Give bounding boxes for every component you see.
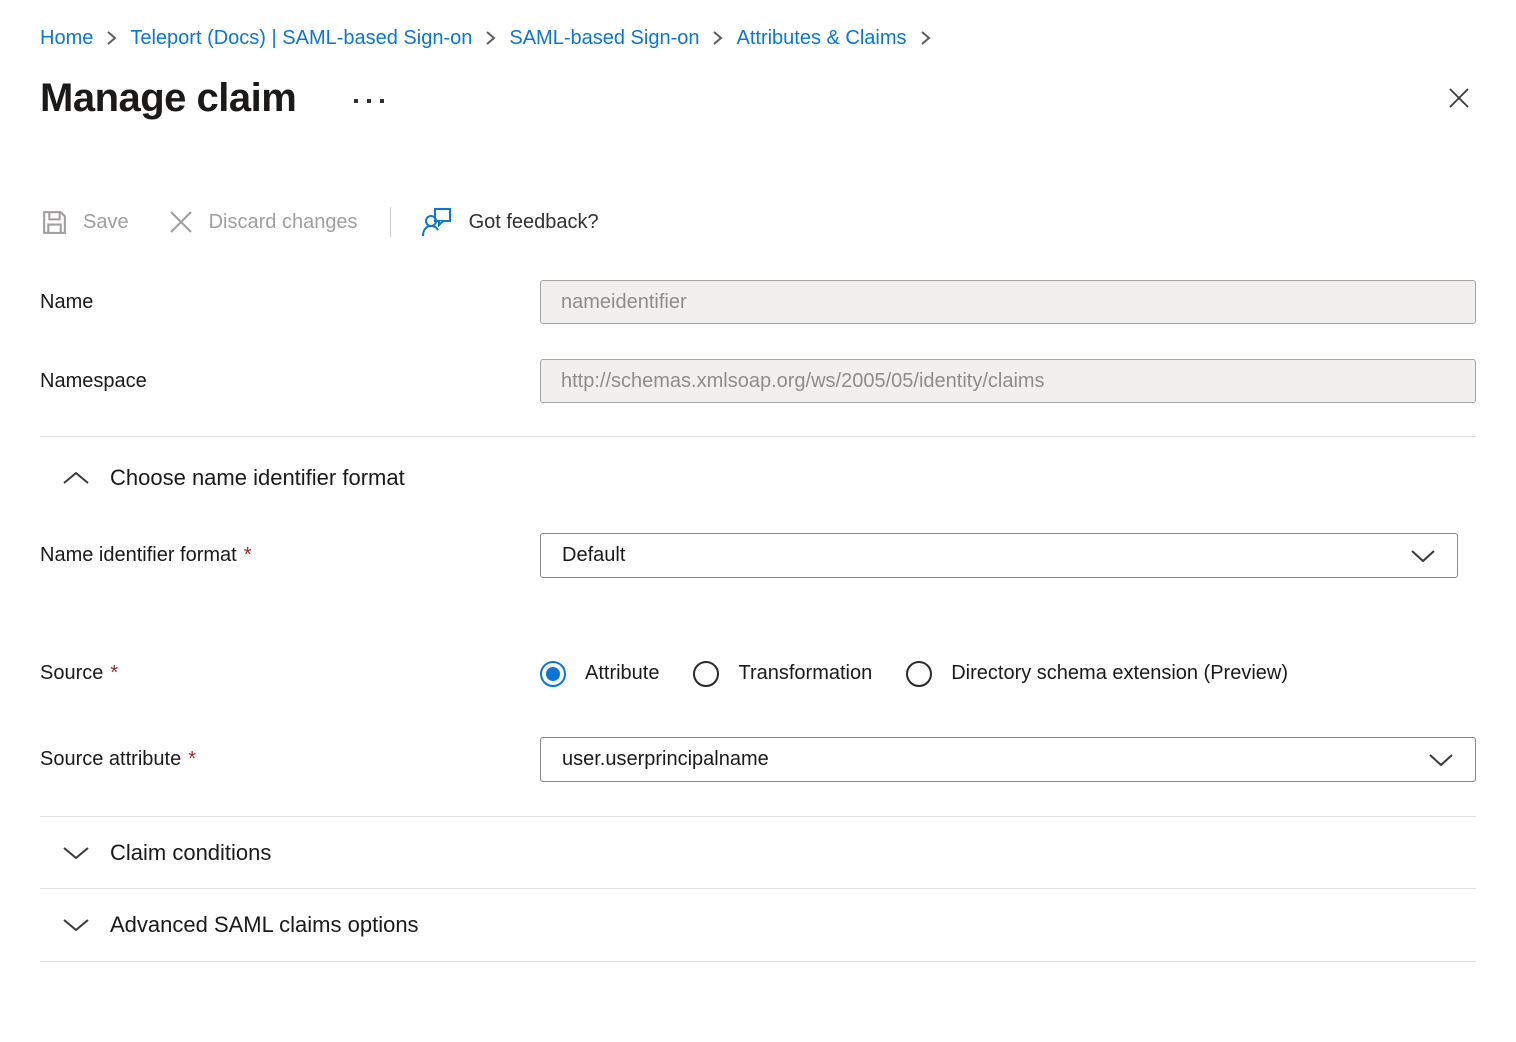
required-asterisk: * [110,662,118,684]
source-row: Source* Attribute Transformation Directo… [40,651,1476,696]
floppy-disk-icon [40,208,69,237]
namespace-row: Namespace [40,359,1476,403]
breadcrumb-chevron-icon [712,29,723,47]
namespace-input [540,359,1476,403]
breadcrumb: Home Teleport (Docs) | SAML-based Sign-o… [40,0,1476,52]
divider [40,436,1476,437]
source-label: Source* [40,662,540,685]
section-title: Choose name identifier format [110,465,405,491]
source-attribute-label: Source attribute* [40,748,540,771]
page-title: Manage claim [40,76,296,121]
required-asterisk: * [244,544,252,566]
name-row: Name [40,280,1476,324]
x-icon [167,208,195,236]
chevron-down-icon [1410,549,1436,563]
breadcrumb-chevron-icon [106,29,117,47]
toolbar-divider [390,207,391,237]
name-label: Name [40,291,540,314]
ellipsis-icon[interactable] [354,93,384,103]
required-asterisk: * [188,748,196,770]
namespace-label: Namespace [40,370,540,393]
got-feedback-button[interactable]: Got feedback? [421,206,599,238]
radio-directory-schema-extension-label: Directory schema extension (Preview) [951,662,1288,685]
radio-directory-schema-extension[interactable]: Directory schema extension (Preview) [906,661,1288,687]
panel-header: Manage claim [40,70,1476,126]
got-feedback-label: Got feedback? [469,211,599,234]
chevron-down-icon [62,845,90,861]
save-button[interactable]: Save [40,208,129,237]
name-identifier-format-row: Name identifier format* Default [40,533,1476,578]
name-identifier-format-label: Name identifier format* [40,544,540,567]
name-identifier-format-value: Default [562,544,625,567]
section-title: Advanced SAML claims options [110,912,419,938]
name-input [540,280,1476,324]
discard-changes-button[interactable]: Discard changes [167,208,358,236]
person-feedback-icon [421,206,455,238]
breadcrumb-link-attributes-claims[interactable]: Attributes & Claims [736,24,906,52]
radio-attribute[interactable]: Attribute [540,661,659,687]
radio-transformation-label: Transformation [738,662,872,685]
close-icon[interactable] [1442,81,1476,115]
manage-claim-panel: Home Teleport (Docs) | SAML-based Sign-o… [0,0,1516,962]
source-attribute-row: Source attribute* user.userprincipalname [40,737,1476,782]
section-claim-conditions[interactable]: Claim conditions [40,817,1476,888]
name-identifier-format-select[interactable]: Default [540,533,1458,578]
source-radio-group: Attribute Transformation Directory schem… [540,661,1476,687]
save-label: Save [83,211,129,234]
chevron-down-icon [62,917,90,933]
divider [40,961,1476,962]
radio-attribute-label: Attribute [585,662,659,685]
radio-transformation[interactable]: Transformation [693,661,872,687]
source-attribute-select[interactable]: user.userprincipalname [540,737,1476,782]
breadcrumb-link-home[interactable]: Home [40,24,93,52]
source-attribute-value: user.userprincipalname [562,748,769,771]
breadcrumb-chevron-icon [920,29,931,47]
section-advanced-saml-claims-options[interactable]: Advanced SAML claims options [40,889,1476,961]
breadcrumb-link-app[interactable]: Teleport (Docs) | SAML-based Sign-on [130,24,472,52]
chevron-up-icon [62,470,90,486]
command-bar: Save Discard changes Got feedback [40,200,1476,244]
radio-circle-icon [906,661,932,687]
section-title: Claim conditions [110,840,271,866]
breadcrumb-link-saml-signon[interactable]: SAML-based Sign-on [509,24,699,52]
radio-circle-icon [540,661,566,687]
discard-changes-label: Discard changes [209,211,358,234]
chevron-down-icon [1428,753,1454,767]
section-choose-name-identifier-format[interactable]: Choose name identifier format [40,461,1476,495]
breadcrumb-chevron-icon [485,29,496,47]
radio-circle-icon [693,661,719,687]
